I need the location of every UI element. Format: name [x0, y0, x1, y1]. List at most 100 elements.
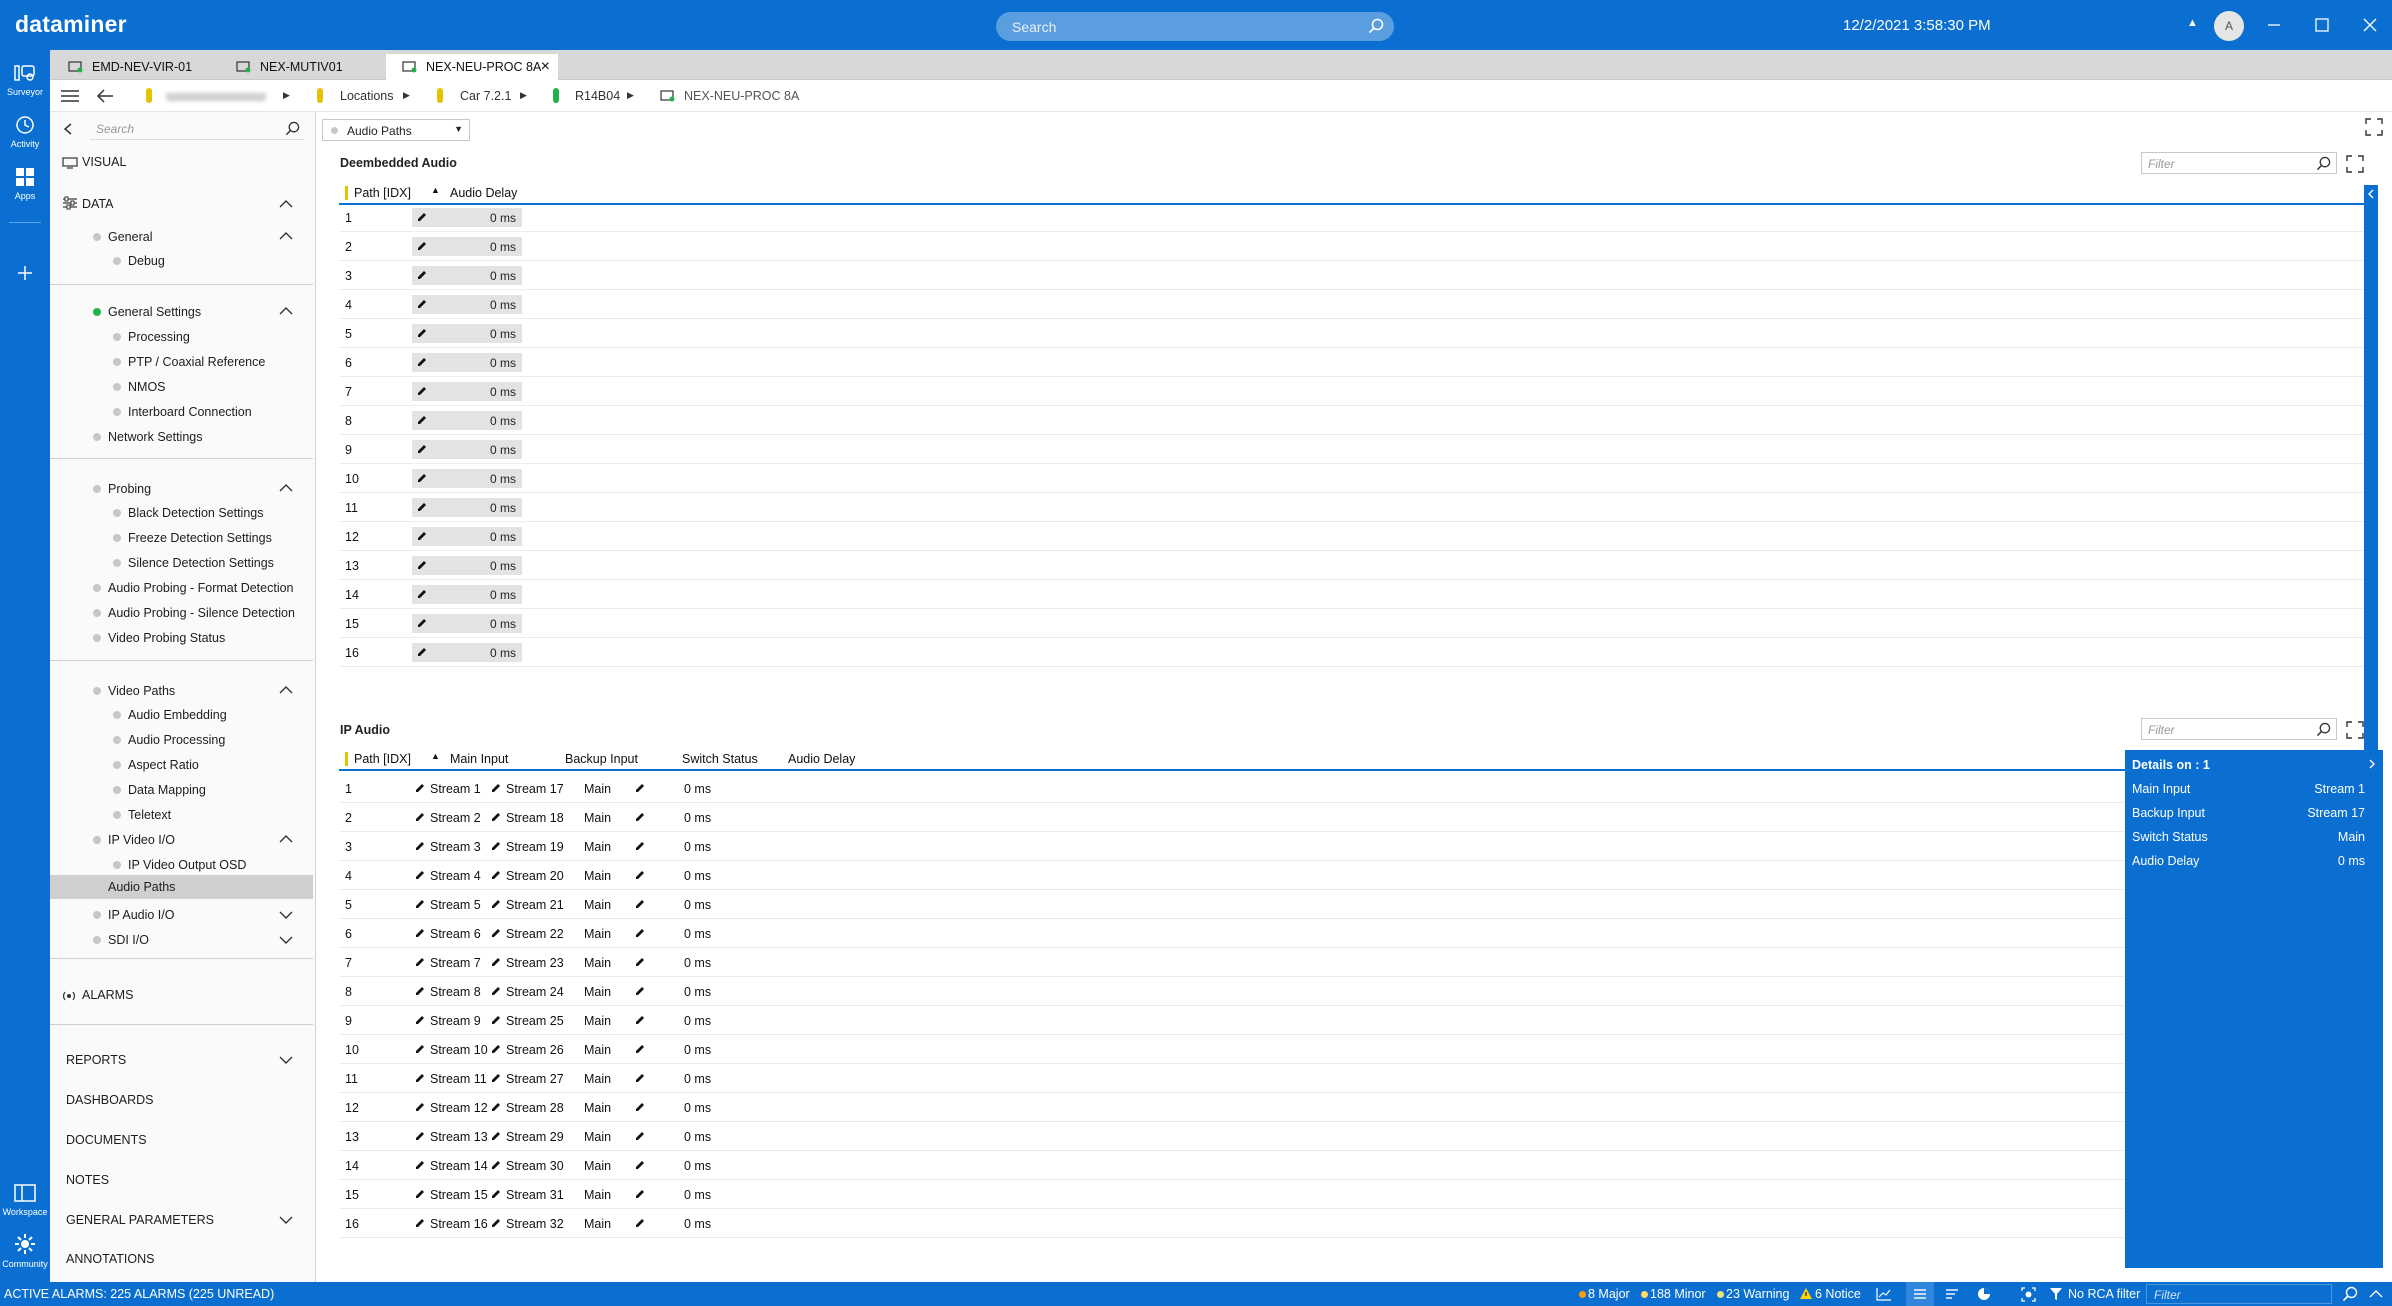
column-header-audio-delay[interactable]: Audio Delay: [788, 752, 855, 766]
edit-pencil-icon[interactable]: [414, 1072, 426, 1084]
audio-delay-field[interactable]: 0 ms: [412, 527, 522, 546]
maximize-icon[interactable]: [2310, 13, 2334, 37]
filter-funnel-icon[interactable]: [2050, 1288, 2062, 1300]
fullscreen-icon[interactable]: [2365, 118, 2383, 136]
nav-processing[interactable]: Processing: [128, 330, 190, 344]
tab-nex-neu-proc-8a[interactable]: NEX-NEU-PROC 8A ×: [386, 54, 558, 80]
nav-audio-probing-silence[interactable]: Audio Probing - Silence Detection: [108, 606, 295, 620]
nav-ip-audio-io[interactable]: IP Audio I/O: [108, 908, 174, 922]
edit-pencil-icon[interactable]: [490, 782, 502, 794]
edit-pencil-icon[interactable]: [414, 811, 426, 823]
nav-alarms[interactable]: ALARMS: [82, 988, 133, 1002]
audio-delay-field[interactable]: 0 ms: [412, 585, 522, 604]
ip-audio-filter-input[interactable]: Filter: [2141, 718, 2337, 740]
edit-pencil-icon[interactable]: [634, 1043, 646, 1055]
nav-dashboards[interactable]: DASHBOARDS: [66, 1093, 154, 1107]
edit-pencil-icon[interactable]: [414, 1159, 426, 1171]
edit-pencil-icon[interactable]: [490, 811, 502, 823]
edit-pencil-icon[interactable]: [490, 1130, 502, 1142]
chevron-down-icon[interactable]: [278, 934, 294, 946]
rail-add[interactable]: [0, 262, 50, 287]
chevron-up-icon[interactable]: [2368, 1288, 2384, 1300]
table-row[interactable]: 15 Stream 15 Stream 31 Main 0 ms: [339, 1180, 2125, 1209]
chevron-down-icon[interactable]: [278, 1054, 294, 1066]
sort-ascending-icon[interactable]: ▲︎: [431, 185, 440, 195]
chevron-up-icon[interactable]: [278, 482, 294, 494]
tab-emd-nev-vir-01[interactable]: EMD-NEV-VIR-01: [52, 54, 212, 80]
pie-chart-icon[interactable]: [1977, 1287, 1991, 1301]
table-row[interactable]: 1 0 ms: [339, 203, 2364, 232]
collapse-panel-icon[interactable]: [62, 122, 74, 136]
edit-pencil-icon[interactable]: [634, 840, 646, 852]
audio-delay-field[interactable]: 0 ms: [412, 353, 522, 372]
minimize-icon[interactable]: [2262, 13, 2286, 37]
audio-delay-field[interactable]: 0 ms: [412, 266, 522, 285]
back-arrow-icon[interactable]: [96, 89, 114, 103]
table-row[interactable]: 11 0 ms: [339, 493, 2364, 522]
nav-reports[interactable]: REPORTS: [66, 1053, 126, 1067]
column-header-switch-status[interactable]: Switch Status: [682, 752, 758, 766]
edit-pencil-icon[interactable]: [490, 1101, 502, 1113]
edit-pencil-icon[interactable]: [490, 1043, 502, 1055]
rail-activity[interactable]: Activity: [0, 114, 50, 149]
edit-pencil-icon[interactable]: [490, 869, 502, 881]
close-icon[interactable]: [2358, 13, 2382, 37]
list-view-toggle[interactable]: [1906, 1282, 1934, 1306]
nav-audio-processing[interactable]: Audio Processing: [128, 733, 225, 747]
sort-lines-icon[interactable]: [1945, 1288, 1959, 1300]
nav-search-input[interactable]: Search: [90, 118, 304, 140]
table-row[interactable]: 9 0 ms: [339, 435, 2364, 464]
audio-delay-field[interactable]: 0 ms: [412, 643, 522, 662]
table-row[interactable]: 8 Stream 8 Stream 24 Main 0 ms: [339, 977, 2125, 1006]
global-search-input[interactable]: Search: [996, 12, 1394, 41]
table-row[interactable]: 6 Stream 6 Stream 22 Main 0 ms: [339, 919, 2125, 948]
rail-workspace[interactable]: Workspace: [0, 1182, 50, 1217]
rca-filter[interactable]: No RCA filter: [2068, 1287, 2140, 1301]
chevron-right-icon[interactable]: [2367, 758, 2377, 770]
nav-annotations[interactable]: ANNOTATIONS: [66, 1252, 154, 1266]
nav-nmos[interactable]: NMOS: [128, 380, 166, 394]
edit-pencil-icon[interactable]: [414, 956, 426, 968]
nav-data[interactable]: DATA: [82, 197, 113, 211]
major-count[interactable]: 8 Major: [1588, 1287, 1630, 1301]
table-row[interactable]: 12 0 ms: [339, 522, 2364, 551]
edit-pencil-icon[interactable]: [490, 985, 502, 997]
chart-icon[interactable]: [1876, 1287, 1892, 1301]
table-row[interactable]: 2 0 ms: [339, 232, 2364, 261]
edit-pencil-icon[interactable]: [414, 1188, 426, 1200]
table-row[interactable]: 2 Stream 2 Stream 18 Main 0 ms: [339, 803, 2125, 832]
nav-probing[interactable]: Probing: [108, 482, 151, 496]
edit-pencil-icon[interactable]: [634, 869, 646, 881]
edit-pencil-icon[interactable]: [490, 840, 502, 852]
chevron-up-icon[interactable]: [278, 230, 294, 242]
table-row[interactable]: 14 Stream 14 Stream 30 Main 0 ms: [339, 1151, 2125, 1180]
edit-pencil-icon[interactable]: [414, 1101, 426, 1113]
edit-pencil-icon[interactable]: [490, 1159, 502, 1171]
avatar[interactable]: A: [2214, 11, 2244, 41]
nav-sdi-io[interactable]: SDI I/O: [108, 933, 149, 947]
status-filter-input[interactable]: Filter: [2146, 1284, 2332, 1304]
edit-pencil-icon[interactable]: [634, 1188, 646, 1200]
edit-pencil-icon[interactable]: [490, 1217, 502, 1229]
search-icon[interactable]: [2342, 1286, 2358, 1302]
table-row[interactable]: 11 Stream 11 Stream 27 Main 0 ms: [339, 1064, 2125, 1093]
breadcrumb-caret-icon[interactable]: ▶︎: [283, 90, 290, 101]
edit-pencil-icon[interactable]: [634, 782, 646, 794]
nav-silence-detection[interactable]: Silence Detection Settings: [128, 556, 274, 570]
chevron-down-icon[interactable]: [278, 1214, 294, 1226]
table-row[interactable]: 10 Stream 10 Stream 26 Main 0 ms: [339, 1035, 2125, 1064]
nav-network-settings[interactable]: Network Settings: [108, 430, 202, 444]
edit-pencil-icon[interactable]: [634, 985, 646, 997]
column-header-backup-input[interactable]: Backup Input: [565, 752, 638, 766]
edit-pencil-icon[interactable]: [414, 927, 426, 939]
table-row[interactable]: 9 Stream 9 Stream 25 Main 0 ms: [339, 1006, 2125, 1035]
nav-interboard[interactable]: Interboard Connection: [128, 405, 252, 419]
edit-pencil-icon[interactable]: [634, 956, 646, 968]
nav-teletext[interactable]: Teletext: [128, 808, 171, 822]
table-row[interactable]: 5 0 ms: [339, 319, 2364, 348]
edit-pencil-icon[interactable]: [634, 1217, 646, 1229]
nav-video-probing-status[interactable]: Video Probing Status: [108, 631, 225, 645]
nav-audio-embedding[interactable]: Audio Embedding: [128, 708, 227, 722]
breadcrumb-item[interactable]: NEX-NEU-PROC 8A: [684, 89, 799, 103]
table-row[interactable]: 7 0 ms: [339, 377, 2364, 406]
